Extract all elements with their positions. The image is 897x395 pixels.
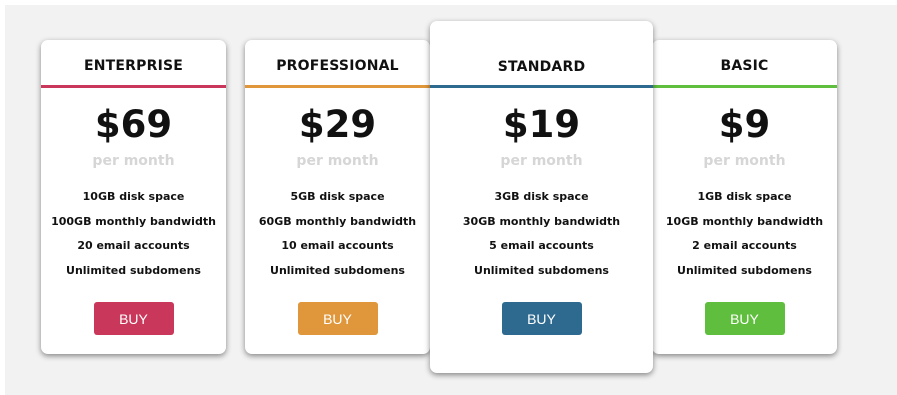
buy-button-standard[interactable]: BUY <box>501 302 582 335</box>
plan-accent-rule <box>652 85 837 88</box>
feature-item: Unlimited subdomens <box>677 263 812 277</box>
plan-card-basic: BASIC $9 per month 1GB disk space 10GB m… <box>652 40 837 354</box>
plan-title: BASIC <box>720 58 769 74</box>
feature-item: 100GB monthly bandwidth <box>51 214 216 228</box>
buy-button-professional[interactable]: BUY <box>297 302 378 335</box>
plan-features: 5GB disk space 60GB monthly bandwidth 10… <box>245 185 430 283</box>
feature-item: 20 email accounts <box>77 239 190 252</box>
feature-item: 5 email accounts <box>489 239 594 252</box>
plan-period: per month <box>703 153 786 169</box>
feature-item: 30GB monthly bandwidth <box>462 214 621 228</box>
feature-item: 5GB disk space <box>290 190 385 203</box>
feature-item: 10GB disk space <box>82 190 185 203</box>
plan-price: $29 <box>298 103 377 146</box>
plan-title: PROFESSIONAL <box>276 58 399 74</box>
feature-item: Unlimited subdomens <box>270 263 405 277</box>
feature-item: 1GB disk space <box>697 190 792 203</box>
plan-price: $19 <box>502 103 581 146</box>
feature-item: Unlimited subdomens <box>66 263 201 277</box>
plan-period: per month <box>296 153 379 169</box>
feature-item: Unlimited subdomens <box>474 263 609 277</box>
plan-features: 3GB disk space 30GB monthly bandwidth 5 … <box>430 185 653 283</box>
plan-accent-rule <box>41 85 226 88</box>
plan-price: $69 <box>94 103 173 146</box>
buy-button-enterprise[interactable]: BUY <box>93 302 174 335</box>
feature-item: 60GB monthly bandwidth <box>258 214 417 228</box>
plan-card-enterprise: ENTERPRISE $69 per month 10GB disk space… <box>41 40 226 354</box>
plan-accent-rule <box>430 85 653 88</box>
plan-title: ENTERPRISE <box>83 58 184 74</box>
plan-features: 1GB disk space 10GB monthly bandwidth 2 … <box>652 185 837 283</box>
plan-period: per month <box>500 153 583 169</box>
pricing-table: ENTERPRISE $69 per month 10GB disk space… <box>5 5 897 395</box>
plan-card-professional: PROFESSIONAL $29 per month 5GB disk spac… <box>245 40 430 354</box>
plan-card-standard: STANDARD $19 per month 3GB disk space 30… <box>430 21 653 373</box>
plan-title: STANDARD <box>497 59 586 75</box>
plan-price: $9 <box>718 103 771 146</box>
feature-item: 2 email accounts <box>692 239 797 252</box>
buy-button-basic[interactable]: BUY <box>704 302 785 335</box>
plan-accent-rule <box>245 85 430 88</box>
feature-item: 3GB disk space <box>494 190 589 203</box>
plan-period: per month <box>92 153 175 169</box>
plan-features: 10GB disk space 100GB monthly bandwidth … <box>41 185 226 283</box>
feature-item: 10 email accounts <box>281 239 394 252</box>
feature-item: 10GB monthly bandwidth <box>665 214 824 228</box>
